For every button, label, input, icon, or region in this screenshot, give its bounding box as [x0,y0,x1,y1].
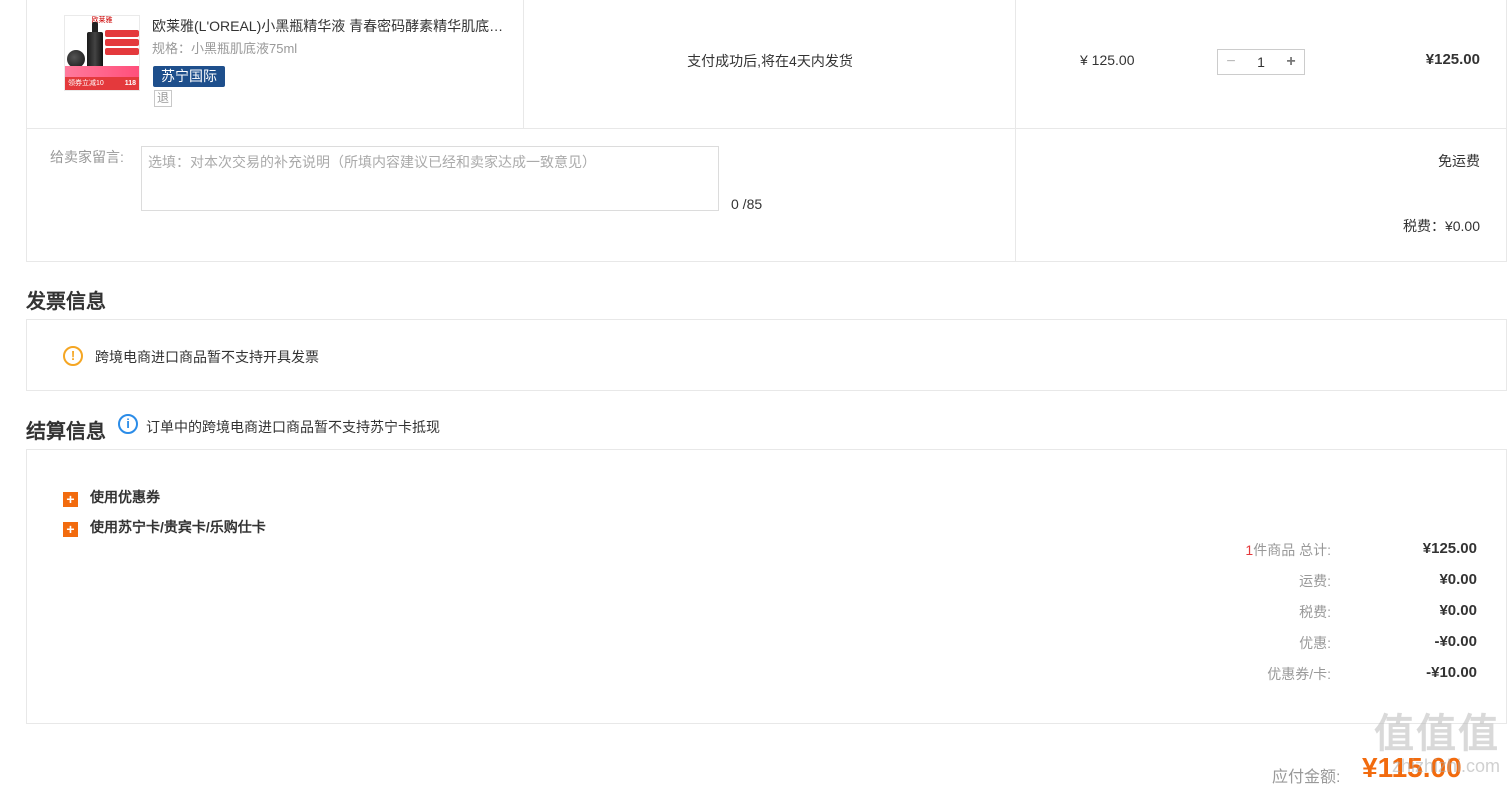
quantity-stepper: − 1 + [1217,49,1305,75]
summary-tax-amount: ¥0.00 [1439,602,1477,619]
use-suning-card-toggle[interactable]: + 使用苏宁卡/贵宾卡/乐购仕卡 [63,517,266,537]
seller-message-label: 给卖家留言: [50,149,124,165]
coupon-banner-text: 领券立减10 [68,80,104,87]
column-divider [1015,0,1016,262]
summary-discount-amount: -¥0.00 [1434,633,1477,650]
summary-discount-label: 优惠: [1299,635,1331,651]
coupon-banner: 领券立减10 118 [65,77,139,90]
product-spec: 规格：小黑瓶肌底液75ml [152,41,298,56]
summary-tax-label: 税费: [1299,604,1331,620]
summary-shipping-amount: ¥0.00 [1439,571,1477,588]
summary-coupon-label: 优惠券/卡: [1267,666,1331,682]
warning-icon: ! [63,346,83,366]
seller-message-input[interactable] [141,146,719,211]
message-char-counter: 0 /85 [731,196,763,212]
product-row: 欧莱雅 领券立减10 118 欧莱雅(L'OREAL)小黑瓶精华液 青春密码酵素精… [27,0,1506,262]
shipping-note: 支付成功后,将在4天内发货 [687,53,853,69]
payable-amount: ¥115.00 [1362,752,1462,783]
expand-plus-icon: + [63,522,78,537]
product-thumbnail[interactable]: 欧莱雅 领券立减10 118 [64,15,140,91]
summary-total-amount: ¥125.00 [1422,540,1477,557]
invoice-section-title: 发票信息 [26,291,106,313]
use-coupon-label: 使用优惠券 [90,489,160,505]
settlement-section-title: 结算信息 [26,421,106,443]
summary-discount-row: 优惠: -¥0.00 [1127,633,1477,653]
payable-label: 应付金额: [1272,769,1341,786]
unit-price: ¥ 125.00 [1080,52,1135,68]
use-suning-card-label: 使用苏宁卡/贵宾卡/乐购仕卡 [90,519,266,535]
use-coupon-toggle[interactable]: + 使用优惠券 [63,487,160,507]
tax-label: 税费：¥0.00 [1402,218,1480,234]
quantity-value[interactable]: 1 [1244,50,1278,74]
quantity-increase-button[interactable]: + [1278,50,1304,74]
order-item-panel: 欧莱雅 领券立减10 118 欧莱雅(L'OREAL)小黑瓶精华液 青春密码酵素精… [26,0,1507,262]
summary-coupon-amount: -¥10.00 [1426,664,1477,681]
settlement-box: + 使用优惠券 + 使用苏宁卡/贵宾卡/乐购仕卡 1件商品 总计: ¥125.00 … [26,449,1507,724]
summary-total-row: 1件商品 总计: ¥125.00 [1127,540,1477,560]
info-icon: i [118,414,138,434]
line-total: ¥125.00 [1425,51,1480,68]
thumbnail-price: 118 [124,80,136,87]
summary-shipping-row: 运费: ¥0.00 [1127,571,1477,591]
summary-shipping-label: 运费: [1299,573,1331,589]
quantity-decrease-button[interactable]: − [1218,50,1244,74]
summary-total-label: 1件商品 总计: [1245,540,1331,560]
summary-coupon-row: 优惠券/卡: -¥10.00 [1127,664,1477,684]
invoice-box: ! 跨境电商进口商品暂不支持开具发票 [26,319,1507,391]
suning-international-badge: 苏宁国际 [153,66,225,87]
invoice-note: 跨境电商进口商品暂不支持开具发票 [95,349,319,365]
return-policy-icon: 退 [154,90,172,107]
summary-tax-row: 税费: ¥0.00 [1127,602,1477,622]
serum-bottle-graphic [87,22,103,72]
free-shipping-label: 免运费 [1438,153,1480,169]
promo-tags-graphic [105,30,139,57]
item-count-suffix: 件商品 总计: [1253,542,1331,558]
settlement-note: 订单中的跨境电商进口商品暂不支持苏宁卡抵现 [146,419,440,435]
expand-plus-icon: + [63,492,78,507]
product-title[interactable]: 欧莱雅(L'OREAL)小黑瓶精华液 青春密码酵素精华肌底液面部精华 [152,16,504,36]
